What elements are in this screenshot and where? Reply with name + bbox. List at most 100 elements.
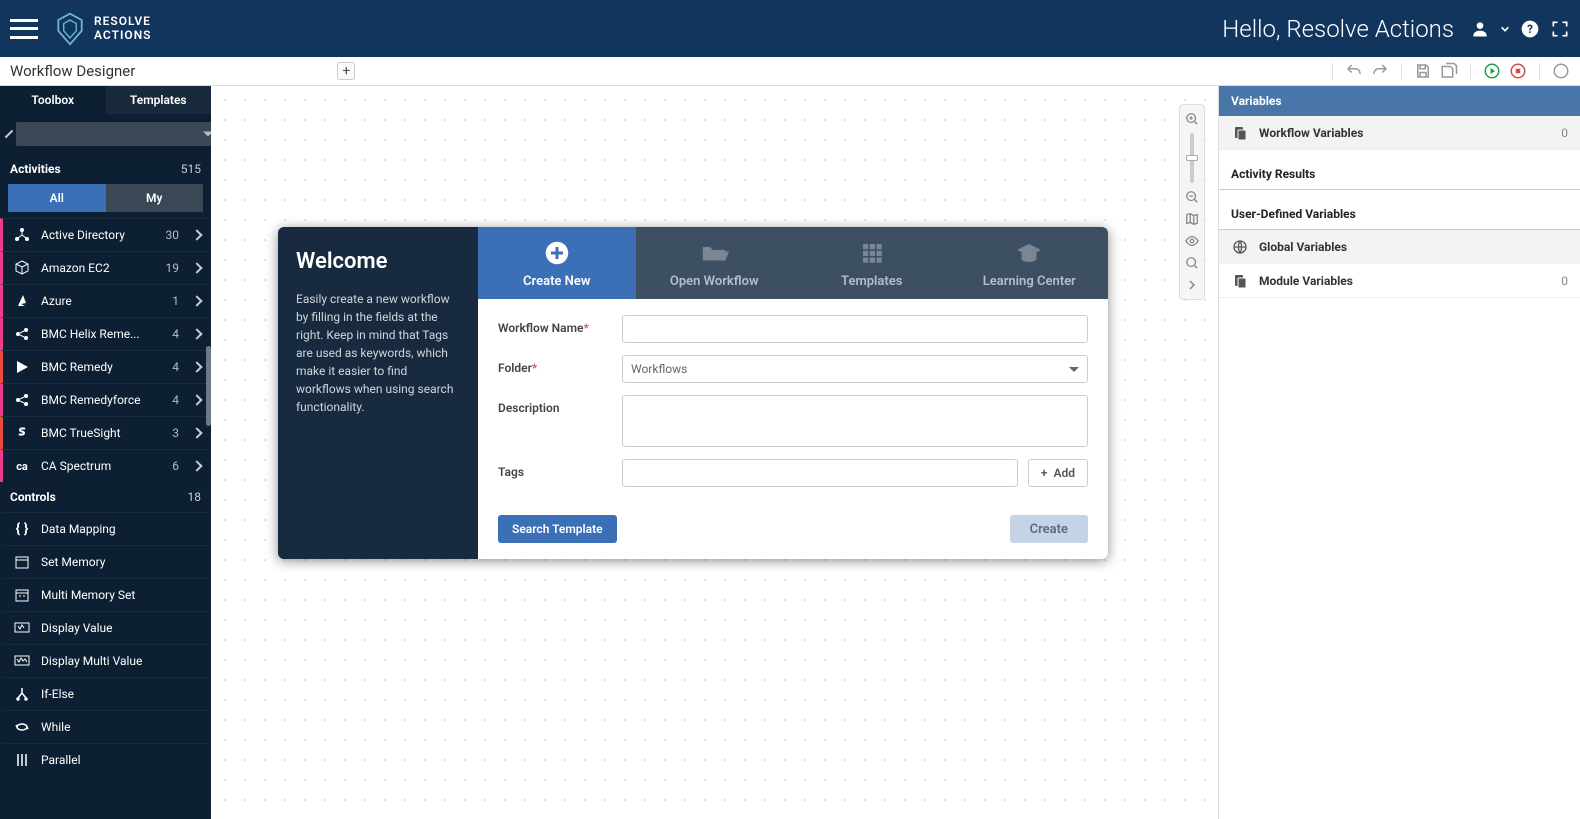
zoom-slider[interactable] — [1190, 133, 1194, 183]
map-icon[interactable] — [1182, 209, 1202, 229]
globe-icon — [1231, 238, 1249, 256]
sidebar-item-label: BMC Remedy — [41, 360, 162, 374]
control-set-memory[interactable]: Set Memory — [0, 545, 211, 578]
menu-toggle[interactable] — [10, 19, 38, 39]
tab-create-new[interactable]: Create New — [478, 227, 636, 299]
tab-learning-center[interactable]: Learning Center — [951, 227, 1109, 299]
add-tab-button[interactable]: + — [337, 62, 355, 80]
control-while[interactable]: While — [0, 710, 211, 743]
sidebar-item-label: CA Spectrum — [41, 459, 162, 473]
share-icon — [13, 391, 31, 409]
sidebar-item-count: 4 — [172, 327, 179, 341]
undo-icon[interactable] — [1345, 62, 1363, 80]
display-multi-icon — [13, 652, 31, 670]
workflow-variables-row[interactable]: Workflow Variables 0 — [1219, 116, 1580, 150]
zoom-out-icon[interactable] — [1182, 187, 1202, 207]
s-icon — [13, 424, 31, 442]
activity-azure[interactable]: Azure 1 — [0, 284, 211, 317]
sidebar-item-label: BMC TrueSight — [41, 426, 162, 440]
folder-select[interactable]: Workflows — [622, 355, 1088, 383]
tags-input[interactable] — [622, 459, 1018, 487]
tab-templates[interactable]: Templates — [106, 86, 212, 114]
loop-icon — [13, 718, 31, 736]
workflow-name-input[interactable] — [622, 315, 1088, 343]
search-icon[interactable] — [1182, 253, 1202, 273]
activities-header: Activities 515 — [0, 154, 211, 184]
tab-label: Open Workflow — [670, 274, 759, 289]
description-input[interactable] — [622, 395, 1088, 447]
activity-bmc-truesight[interactable]: BMC TrueSight 3 — [0, 416, 211, 449]
sidebar-item-label: Active Directory — [41, 228, 156, 242]
play-icon — [13, 358, 31, 376]
help-icon[interactable]: ? — [1520, 19, 1540, 39]
zoom-in-icon[interactable] — [1182, 109, 1202, 129]
add-tag-button[interactable]: + Add — [1028, 459, 1088, 487]
global-variables-row[interactable]: Global Variables — [1219, 230, 1580, 264]
greeting-text: Hello, Resolve Actions — [1222, 15, 1454, 43]
variables-panel: Variables Workflow Variables 0 Activity … — [1218, 86, 1580, 819]
workflow-variables-count: 0 — [1561, 126, 1568, 140]
activity-active-directory[interactable]: Active Directory 30 — [0, 218, 211, 251]
description-label: Description — [498, 395, 610, 415]
chevron-right-icon[interactable] — [1182, 275, 1202, 295]
sidebar-item-count: 19 — [166, 261, 180, 275]
sidebar-item-label: Set Memory — [41, 555, 201, 569]
chevron-right-icon — [191, 427, 202, 438]
save-icon[interactable] — [1414, 62, 1432, 80]
run-icon[interactable] — [1483, 62, 1501, 80]
control-if-else[interactable]: If-Else — [0, 677, 211, 710]
sidebar-item-count: 4 — [172, 393, 179, 407]
control-multi-memory-set[interactable]: Multi Memory Set — [0, 578, 211, 611]
page-title: Workflow Designer — [10, 62, 135, 80]
search-template-button[interactable]: Search Template — [498, 515, 617, 543]
azure-icon — [13, 292, 31, 310]
sidebar-item-label: Parallel — [41, 753, 201, 767]
control-data-mapping[interactable]: { } Data Mapping — [0, 512, 211, 545]
canvas-area[interactable]: Welcome Easily create a new workflow by … — [211, 86, 1218, 819]
controls-header: Controls 18 — [0, 482, 211, 512]
calendar-icon — [13, 553, 31, 571]
activity-bmc-remedyforce[interactable]: BMC Remedyforce 4 — [0, 383, 211, 416]
create-button[interactable]: Create — [1010, 515, 1088, 543]
tab-templates[interactable]: Templates — [793, 227, 951, 299]
sidebar-back-icon[interactable] — [5, 130, 13, 138]
activity-bmc-remedy[interactable]: BMC Remedy 4 — [0, 350, 211, 383]
sidebar-item-count: 4 — [172, 360, 179, 374]
sidebar-search-input[interactable] — [16, 122, 211, 146]
svg-text:?: ? — [1559, 67, 1563, 77]
user-dropdown-icon[interactable] — [1500, 24, 1510, 34]
sidebar-item-label: If-Else — [41, 687, 201, 701]
grid-icon — [857, 238, 887, 268]
plus-circle-icon — [542, 238, 572, 268]
control-parallel[interactable]: Parallel — [0, 743, 211, 776]
user-icon[interactable] — [1470, 19, 1490, 39]
chevron-right-icon — [191, 295, 202, 306]
activity-ca-spectrum[interactable]: ca CA Spectrum 6 — [0, 449, 211, 482]
activity-amazon-ec2[interactable]: Amazon EC2 19 — [0, 251, 211, 284]
braces-icon: { } — [13, 520, 31, 538]
tab-label: Learning Center — [983, 274, 1076, 289]
tab-open-workflow[interactable]: Open Workflow — [636, 227, 794, 299]
branch-icon — [13, 685, 31, 703]
sidebar-item-label: BMC Remedyforce — [41, 393, 162, 407]
tab-toolbox[interactable]: Toolbox — [0, 86, 106, 114]
fullscreen-icon[interactable] — [1550, 19, 1570, 39]
brand-logo[interactable]: RESOLVE ACTIONS — [52, 11, 152, 47]
calendar-icon — [13, 586, 31, 604]
eye-icon[interactable] — [1182, 231, 1202, 251]
save-all-icon[interactable] — [1440, 62, 1458, 80]
activities-count: 515 — [181, 162, 201, 176]
activity-bmc-helix[interactable]: BMC Helix Reme... 4 — [0, 317, 211, 350]
redo-icon[interactable] — [1371, 62, 1389, 80]
control-display-value[interactable]: Display Value — [0, 611, 211, 644]
toggle-my[interactable]: My — [106, 184, 204, 212]
logo-icon — [52, 11, 88, 47]
chevron-right-icon — [191, 328, 202, 339]
help-sub-icon[interactable]: ? — [1552, 62, 1570, 80]
control-display-multi-value[interactable]: Display Multi Value — [0, 644, 211, 677]
module-variables-row[interactable]: Module Variables 0 — [1219, 264, 1580, 298]
logo-text-top: RESOLVE — [94, 15, 152, 28]
stop-icon[interactable] — [1509, 62, 1527, 80]
workflow-name-label: Workflow Name* — [498, 315, 610, 335]
toggle-all[interactable]: All — [8, 184, 106, 212]
